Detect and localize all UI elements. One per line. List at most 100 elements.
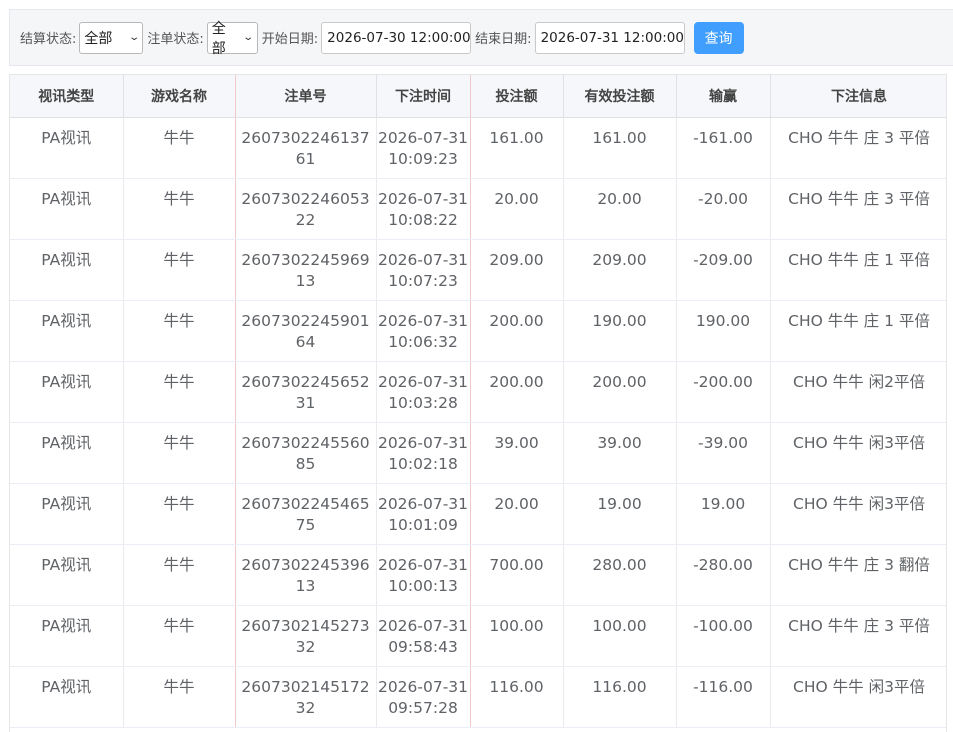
- table-row: PA视讯 牛牛 260730214517232 2026-07-31 09:57:28…: [10, 666, 946, 728]
- table-row: PA视讯 牛牛 260730224605322 2026-07-31 10:08:22…: [10, 178, 946, 240]
- col-win-loss-header: 输赢: [676, 75, 771, 118]
- col-bet-amount-header: 投注额: [470, 75, 564, 118]
- cell-game-name: 牛牛: [123, 544, 236, 606]
- cell-bet-amount: 200.00: [470, 300, 564, 362]
- cell-video-type: PA视讯: [10, 239, 124, 301]
- cell-win-loss: -20.00: [676, 178, 771, 240]
- cell-bet-time: 2026-07-31 09:58:43: [376, 605, 471, 667]
- col-valid-bet-header: 有效投注额: [563, 75, 677, 118]
- settle-status-select[interactable]: 全部 ⌄: [79, 21, 144, 54]
- table-row: PA视讯 牛牛 260730224590164 2026-07-31 10:06:32…: [10, 300, 946, 362]
- cell-valid-bet: 19.00: [563, 483, 677, 545]
- cell-bet-info: CHO 牛牛 闲3平倍: [770, 666, 946, 728]
- cell-order-no: 260730214527332: [235, 605, 377, 667]
- cell-bet-time: 2026-07-31 10:03:28: [376, 361, 471, 423]
- cell-video-type: PA视讯: [10, 483, 124, 545]
- cell-valid-bet: 190.00: [563, 300, 677, 362]
- cell-game-name: 牛牛: [123, 361, 236, 423]
- cell-bet-amount: 161.00: [470, 117, 564, 179]
- cell-game-name: 牛牛: [123, 422, 236, 484]
- end-date-label: 结束日期:: [475, 32, 532, 47]
- cell-bet-info: CHO 牛牛 庄 3 平倍: [770, 178, 946, 240]
- cell-bet-info: CHO 牛牛 庄 3 翻倍: [770, 544, 946, 606]
- cell-valid-bet: 200.00: [563, 361, 677, 423]
- table-row: PA视讯 牛牛 260730214527332 2026-07-31 09:58:43…: [10, 605, 946, 667]
- cell-order-no: 260730224596913: [235, 239, 377, 301]
- cell-win-loss: -116.00: [676, 666, 771, 728]
- cell-video-type: PA视讯: [10, 605, 124, 667]
- cell-bet-amount: 116.00: [470, 666, 564, 728]
- table-row: PA视讯 牛牛 260730224596913 2026-07-31 10:07:23…: [10, 239, 946, 301]
- chevron-down-icon: ⌄: [128, 32, 141, 43]
- settle-status-value: 全部: [84, 30, 113, 47]
- cell-video-type: PA视讯: [10, 361, 124, 423]
- cell-order-no: 260730214517232: [235, 666, 377, 728]
- cell-order-no: 260730224539613: [235, 544, 377, 606]
- col-video-type-header: 视讯类型: [10, 75, 124, 118]
- chevron-down-icon: ⌄: [242, 32, 255, 43]
- start-date-label: 开始日期:: [261, 32, 319, 47]
- cell-game-name: 牛牛: [123, 300, 236, 362]
- cell-valid-bet: 116.00: [563, 666, 677, 728]
- col-bet-time-header: 下注时间: [376, 75, 471, 118]
- cell-bet-amount: 209.00: [470, 239, 564, 301]
- cell-bet-amount: 20.00: [470, 483, 564, 545]
- cell-win-loss: 19.00: [676, 483, 771, 545]
- cell-order-no: 260730224556085: [235, 422, 377, 484]
- cell-video-type: PA视讯: [10, 544, 124, 606]
- cell-video-type: PA视讯: [10, 300, 124, 362]
- cell-order-no: 260730224613761: [235, 117, 377, 179]
- cell-bet-info: CHO 牛牛 庄 3 平倍: [770, 605, 946, 667]
- cell-bet-info: CHO 牛牛 庄 3 平倍: [770, 117, 946, 179]
- cell-bet-time: 2026-07-31 10:00:13: [376, 544, 471, 606]
- cell-win-loss: -200.00: [676, 361, 771, 423]
- table-row: PA视讯 牛牛 260730224613761 2026-07-31 10:09:23…: [10, 117, 946, 179]
- cell-bet-amount: 20.00: [470, 178, 564, 240]
- col-bet-info-header: 下注信息: [770, 75, 946, 118]
- cell-video-type: PA视讯: [10, 422, 124, 484]
- cell-game-name: 牛牛: [123, 666, 236, 728]
- cell-video-type: PA视讯: [10, 117, 124, 179]
- cell-bet-info: CHO 牛牛 庄 1 平倍: [770, 300, 946, 362]
- cell-bet-time: 2026-07-31 10:07:23: [376, 239, 471, 301]
- cell-game-name: 牛牛: [123, 117, 236, 179]
- cell-order-no: 260730224565231: [235, 361, 377, 423]
- cell-order-no: 260730224546575: [235, 483, 377, 545]
- cell-bet-time: 2026-07-31 10:01:09: [376, 483, 471, 545]
- cell-bet-info: CHO 牛牛 庄 1 平倍: [770, 239, 946, 301]
- cell-win-loss: -100.00: [676, 605, 771, 667]
- cell-bet-info: CHO 牛牛 闲2平倍: [770, 361, 946, 423]
- cell-video-type: PA视讯: [10, 178, 124, 240]
- query-button[interactable]: 查询: [693, 21, 744, 54]
- table-header: 视讯类型 游戏名称 注单号 下注时间 投注额 有效投注额 输赢 下注信息: [10, 75, 946, 118]
- col-order-no-header: 注单号: [235, 75, 377, 118]
- end-date-input[interactable]: 2026-07-31 12:00:00: [534, 21, 685, 54]
- bet-records-table: 视讯类型 游戏名称 注单号 下注时间 投注额 有效投注额 输赢 下注信息 PA视讯 牛牛 2607…: [9, 74, 947, 732]
- settle-status-label: 结算状态:: [20, 32, 77, 47]
- cell-valid-bet: 100.00: [563, 605, 677, 667]
- cell-bet-time: 2026-07-31 10:08:22: [376, 178, 471, 240]
- cell-valid-bet: 209.00: [563, 239, 677, 301]
- cell-game-name: 牛牛: [123, 239, 236, 301]
- cell-bet-amount: 39.00: [470, 422, 564, 484]
- cell-valid-bet: 20.00: [563, 178, 677, 240]
- start-date-input[interactable]: 2026-07-30 12:00:00: [321, 21, 472, 54]
- cell-bet-time: 2026-07-31 10:06:32: [376, 300, 471, 362]
- cell-win-loss: 190.00: [676, 300, 771, 362]
- cell-game-name: 牛牛: [123, 605, 236, 667]
- cell-bet-time: 2026-07-31 10:09:23: [376, 117, 471, 179]
- cell-win-loss: -39.00: [676, 422, 771, 484]
- cell-win-loss: -209.00: [676, 239, 771, 301]
- cell-bet-info: CHO 牛牛 闲3平倍: [770, 483, 946, 545]
- cell-valid-bet: 161.00: [563, 117, 677, 179]
- table-row: PA视讯 牛牛 260730224539613 2026-07-31 10:00:13…: [10, 544, 946, 606]
- table-body: PA视讯 牛牛 260730224613761 2026-07-31 10:09:23…: [10, 117, 946, 728]
- table-row: PA视讯 牛牛 260730224565231 2026-07-31 10:03:28…: [10, 361, 946, 423]
- cell-valid-bet: 39.00: [563, 422, 677, 484]
- cell-win-loss: -280.00: [676, 544, 771, 606]
- cell-bet-amount: 200.00: [470, 361, 564, 423]
- order-status-value: 全部: [211, 20, 226, 57]
- col-game-name-header: 游戏名称: [123, 75, 236, 118]
- order-status-select[interactable]: 全部 ⌄: [206, 21, 258, 57]
- cell-game-name: 牛牛: [123, 178, 236, 240]
